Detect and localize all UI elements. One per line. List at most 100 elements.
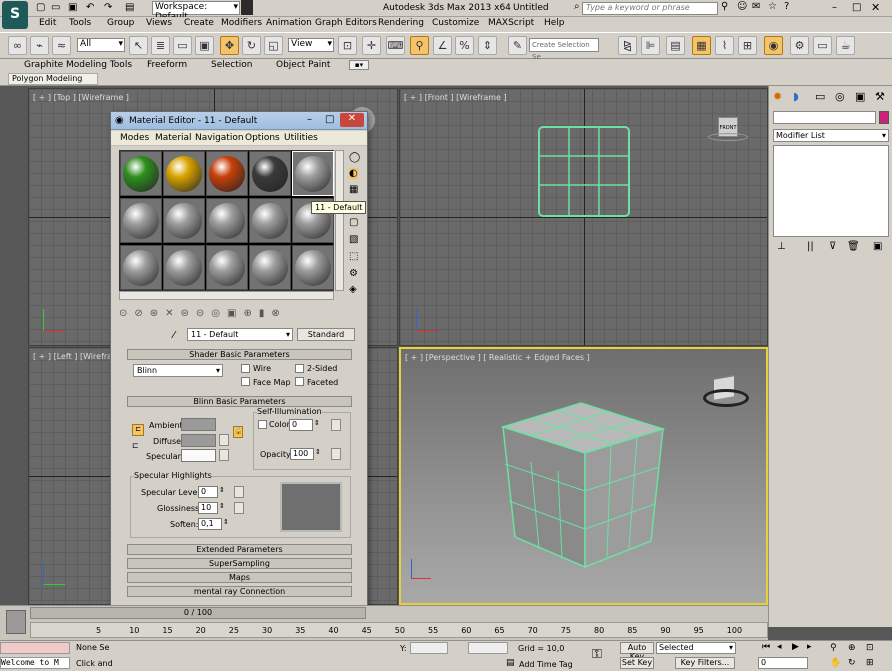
percent-snap-icon[interactable]: % [455,36,474,55]
subscription-icon[interactable]: ☺ [737,1,747,12]
move-icon[interactable]: ✥ [220,36,239,55]
pan-icon[interactable]: ✋ [830,658,841,668]
diffuse-swatch[interactable] [181,434,216,447]
workspace-dropdown[interactable]: Workspace: Default▾ [152,1,240,22]
menu-maxscript[interactable]: MAXScript [488,18,534,28]
maxscript-listener[interactable]: Welcome to M [0,657,70,669]
rollout-mental-ray[interactable]: mental ray Connection [127,586,352,597]
frame-slider[interactable]: 0 / 100 [30,607,366,619]
named-selection-input[interactable]: Create Selection Se [529,38,599,61]
search-button-icon[interactable]: ⚲ [721,1,728,12]
opacity-value[interactable]: 100 [290,448,314,460]
material-slot[interactable] [163,198,205,243]
perspective-cube[interactable] [499,399,667,571]
search-input[interactable]: Type a keyword or phrase [582,2,718,15]
tab-freeform[interactable]: Freeform [147,60,187,70]
keyboard-shortcut-icon[interactable]: ⌨ [386,36,405,55]
snaps-toggle-icon[interactable]: ⚲ [410,36,429,55]
material-editor-icon[interactable]: ◉ [764,36,783,55]
glossiness-spinner[interactable]: ⇕ [219,502,225,510]
material-slot[interactable] [206,151,248,196]
mated-menu-navigation[interactable]: Navigation [195,133,244,143]
menu-rendering[interactable]: Rendering [378,18,424,28]
slots-scrollbar-v[interactable] [335,150,344,291]
angle-snap-icon[interactable]: ∠ [433,36,452,55]
menu-edit[interactable]: Edit [39,18,56,28]
select-manipulate-icon[interactable]: ✛ [362,36,381,55]
front-cube-wireframe[interactable] [537,125,631,218]
lock-ambient-diffuse-icon[interactable]: ⊏ [132,424,144,436]
z-coord-field[interactable] [468,642,508,654]
self-illum-spinner[interactable]: ⇕ [314,419,320,427]
app-logo-icon[interactable]: S [2,1,28,29]
make-unique-icon[interactable]: ⊽ [829,241,836,252]
link-icon[interactable]: ∞ [8,36,27,55]
lock-diffuse-icon[interactable]: 🔒 [233,426,243,438]
self-illum-value[interactable]: 0 [289,419,313,431]
menu-animation[interactable]: Animation [266,18,312,28]
time-tag-icon[interactable]: ▤ [506,658,515,668]
material-editor-minimize[interactable]: – [307,114,312,125]
rotate-icon[interactable]: ↻ [242,36,261,55]
project-folder-icon[interactable]: ▤ [125,2,134,13]
mated-menu-options[interactable]: Options [245,133,280,143]
graphite-toggle-icon[interactable]: ▦ [692,36,711,55]
maximize-viewport-icon[interactable]: ⊞ [866,658,874,668]
material-name-dropdown[interactable]: 11 - Default ▾ [187,328,293,341]
ribbon-options-button[interactable]: ▪▾ [349,60,369,70]
select-by-material-icon[interactable]: ◈ [349,284,357,295]
diffuse-map-button[interactable] [219,434,229,446]
maximize-button[interactable]: □ [852,2,861,13]
previous-frame-icon[interactable]: ◂ [777,642,782,652]
viewport-top-label[interactable]: [ + ] [Top ] [Wireframe ] [33,93,129,102]
self-illum-color-checkbox[interactable] [258,420,267,429]
set-key-button[interactable]: Set Key [620,657,654,669]
video-color-check-icon[interactable]: ▧ [349,234,358,245]
ambient-swatch[interactable] [181,418,216,431]
rollout-shader-basic[interactable]: Shader Basic Parameters [127,349,352,360]
minimize-button[interactable]: – [832,2,837,13]
material-slot[interactable] [120,245,162,290]
rect-selection-icon[interactable]: ▭ [173,36,192,55]
menu-create[interactable]: Create [184,18,214,28]
zoom-icon[interactable]: ⚲ [830,643,837,653]
rollout-blinn-basic[interactable]: Blinn Basic Parameters [127,396,352,407]
menu-customize[interactable]: Customize [432,18,479,28]
material-editor-window[interactable]: ◉ Material Editor - 11 - Default – □ ✕ M… [110,111,368,671]
display-tab-icon[interactable]: ▣ [855,90,865,103]
workspace-arrow-icon[interactable] [241,0,253,15]
configure-sets-icon[interactable]: ▣ [873,241,882,252]
shader-dropdown[interactable]: Blinn ▾ [133,364,223,377]
slots-scrollbar-h[interactable] [119,291,334,300]
material-slot[interactable] [249,151,291,196]
current-frame-field[interactable]: 0 [758,657,808,669]
rollout-extended[interactable]: Extended Parameters [127,544,352,555]
material-slot[interactable] [206,245,248,290]
specular-swatch[interactable] [181,449,216,462]
two-sided-checkbox[interactable] [295,364,304,373]
layer-manager-icon[interactable]: ▤ [666,36,685,55]
menu-views[interactable]: Views [146,18,172,28]
mirror-icon[interactable]: ⧎ [618,36,637,55]
viewport-perspective[interactable]: [ + ] [Perspective ] [ Realistic + Edged… [399,347,768,605]
modify-tab-icon[interactable]: ◗ [793,90,799,103]
background-icon[interactable]: ▦ [349,184,358,195]
viewport-front[interactable]: [ + ] [Front ] [Wireframe ] FRONT [399,88,768,346]
make-preview-icon[interactable]: ⬚ [349,251,358,262]
key-selection-dropdown[interactable]: Selected ▾ [656,642,736,654]
wire-checkbox[interactable] [241,364,250,373]
material-slot[interactable] [120,198,162,243]
material-slot[interactable] [249,198,291,243]
material-slot[interactable] [292,245,334,290]
sample-type-icon[interactable]: ◯ [349,152,360,163]
object-color-swatch[interactable] [879,111,889,124]
modifier-list-dropdown[interactable]: Modifier List ▾ [773,129,889,142]
specular-map-button[interactable] [219,449,229,461]
tab-selection[interactable]: Selection [211,60,252,70]
spec-level-spinner[interactable]: ⇕ [219,486,225,494]
pick-material-icon[interactable]: ⁄ [173,330,175,341]
material-slot[interactable] [120,151,162,196]
selection-filter-dropdown[interactable]: All ▾ [77,38,125,52]
scale-icon[interactable]: ◱ [264,36,283,55]
menu-group[interactable]: Group [107,18,134,28]
